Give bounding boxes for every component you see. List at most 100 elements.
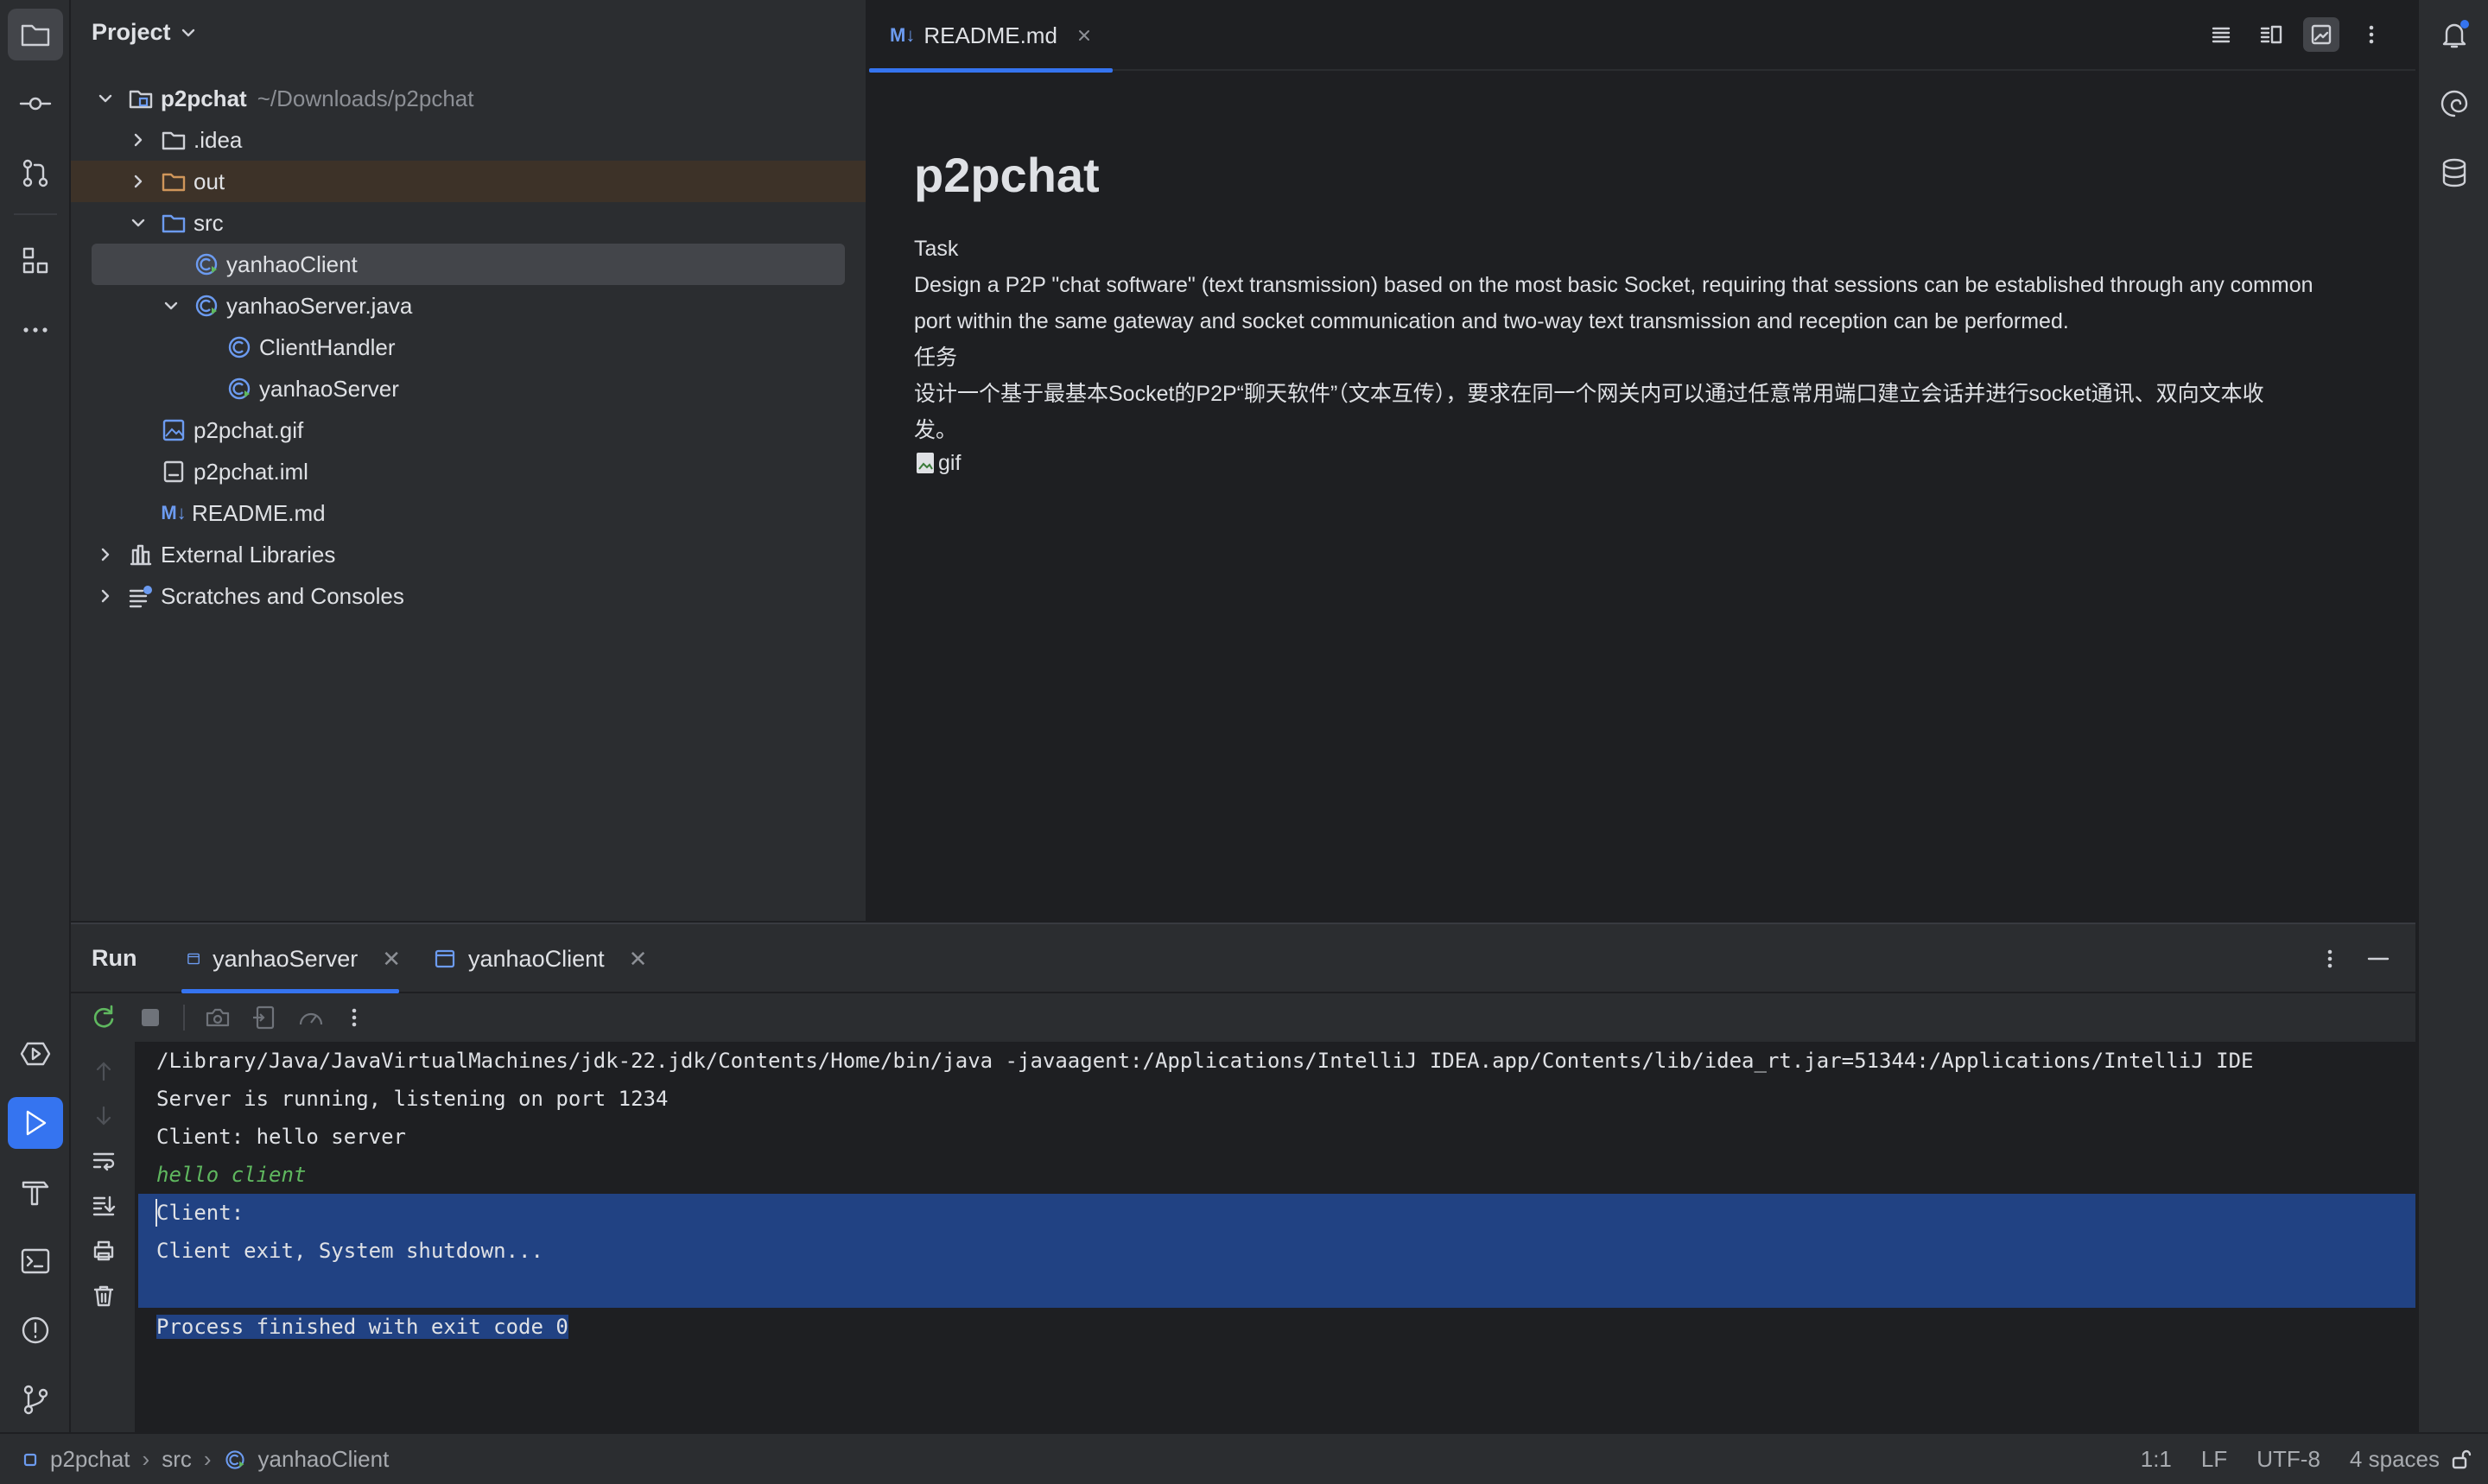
restore-layout-icon[interactable] <box>251 1004 278 1031</box>
scroll-to-end-button[interactable] <box>90 1192 117 1220</box>
tree-row-out[interactable]: out <box>71 161 866 202</box>
chevron-down-icon[interactable] <box>95 88 116 109</box>
preview-icon <box>2311 24 2332 45</box>
build-tool-button[interactable] <box>8 1166 63 1218</box>
tree-row-root[interactable]: p2pchat ~/Downloads/p2pchat <box>71 78 866 119</box>
git-tool-button[interactable] <box>8 1373 63 1425</box>
database-button[interactable] <box>2427 147 2482 199</box>
tree-label: Scratches and Consoles <box>161 582 404 609</box>
editor-more-button[interactable] <box>2353 17 2390 52</box>
readme-line: 设计一个基于最基本Socket的P2P“聊天软件”（文本互传），要求在同一个网关… <box>914 382 2264 406</box>
tree-row-src[interactable]: src <box>71 202 866 244</box>
status-bar: p2pchat › src › yanhaoClient 1:1 LF UTF-… <box>0 1432 2488 1484</box>
arrow-down-icon <box>96 1106 111 1126</box>
notifications-button[interactable] <box>2427 9 2482 60</box>
indent-setting[interactable]: 4 spaces <box>2350 1446 2440 1473</box>
chevron-right-icon[interactable] <box>128 130 149 150</box>
more-tools-button[interactable] <box>8 304 63 356</box>
services-tool-button[interactable] <box>8 1028 63 1080</box>
chevron-right-icon[interactable] <box>128 171 149 192</box>
markdown-preview: p2pchat Task Design a P2P "chat software… <box>914 147 2383 476</box>
structure-tool-button[interactable] <box>8 235 63 287</box>
chevron-down-icon[interactable] <box>128 212 149 233</box>
left-tool-strip <box>0 0 71 1432</box>
chevron-down-icon <box>181 29 194 36</box>
tab-yanhao-server[interactable]: yanhaoServer ✕ <box>181 924 401 993</box>
tree-row-yanhao-server[interactable]: yanhaoServer <box>71 368 866 409</box>
soft-wrap-button[interactable] <box>90 1147 117 1175</box>
tree-row-client-handler[interactable]: ClientHandler <box>71 327 866 368</box>
arrow-up-icon <box>96 1062 111 1081</box>
run-tool-button[interactable] <box>8 1097 63 1149</box>
folder-icon <box>161 127 187 153</box>
cursor-position[interactable]: 1:1 <box>2141 1446 2172 1473</box>
close-icon[interactable] <box>1076 28 1092 43</box>
terminal-tool-button[interactable] <box>8 1235 63 1287</box>
pull-requests-tool-button[interactable] <box>8 147 63 199</box>
breadcrumb-item[interactable]: p2pchat <box>50 1446 130 1473</box>
markdown-icon: M↓ <box>161 502 187 523</box>
clear-console-button[interactable] <box>90 1282 117 1310</box>
tree-row-yanhao-client[interactable]: yanhaoClient <box>71 244 866 285</box>
tree-row-gif[interactable]: p2pchat.gif <box>71 409 866 451</box>
active-tab-indicator <box>869 68 1113 73</box>
breadcrumb: p2pchat › src › yanhaoClient <box>22 1446 389 1473</box>
project-tool-button[interactable] <box>8 9 63 60</box>
tab-yanhao-client[interactable]: yanhaoClient ✕ <box>434 924 647 993</box>
more-horizontal-icon <box>23 327 48 333</box>
readme-line: 发。 <box>914 418 958 442</box>
editor-view-toolbar <box>2203 17 2390 52</box>
tree-label: src <box>194 209 224 236</box>
print-button[interactable] <box>90 1237 117 1265</box>
file-encoding[interactable]: UTF-8 <box>2256 1446 2320 1473</box>
console-icon <box>435 949 455 968</box>
chevron-right-icon[interactable] <box>95 586 116 606</box>
split-view-button[interactable] <box>2253 17 2289 52</box>
preview-only-button[interactable] <box>2303 17 2339 52</box>
markdown-icon: M↓ <box>890 24 916 46</box>
source-folder-icon <box>161 210 187 236</box>
project-panel-title: Project <box>92 19 171 45</box>
module-file-icon <box>161 459 187 485</box>
text-caret <box>156 1199 157 1227</box>
scroll-down-button[interactable] <box>90 1102 117 1130</box>
run-panel-title: Run <box>92 945 137 971</box>
chevron-right-icon[interactable] <box>95 544 116 565</box>
tree-row-external-libraries[interactable]: External Libraries <box>71 534 866 575</box>
status-widgets: 1:1 LF UTF-8 4 spaces <box>2141 1446 2440 1473</box>
problems-tool-button[interactable] <box>8 1304 63 1356</box>
profiler-icon[interactable] <box>297 1004 325 1031</box>
ai-assistant-button[interactable] <box>2427 78 2482 130</box>
breadcrumb-item[interactable]: src <box>162 1446 192 1473</box>
tree-row-yanhao-server-java[interactable]: yanhaoServer.java <box>71 285 866 327</box>
unlock-icon[interactable] <box>2450 1448 2472 1470</box>
tree-row-readme[interactable]: M↓ README.md <box>71 492 866 534</box>
tree-row-scratches[interactable]: Scratches and Consoles <box>71 575 866 617</box>
camera-icon[interactable] <box>204 1004 232 1031</box>
project-panel: Project p2pchat ~/Downloads/p2pchat .ide… <box>71 0 867 921</box>
tree-label: out <box>194 168 225 194</box>
commit-tool-button[interactable] <box>8 78 63 130</box>
tree-row-idea[interactable]: .idea <box>71 119 866 161</box>
line-ending[interactable]: LF <box>2201 1446 2227 1473</box>
spiral-icon <box>2440 90 2468 117</box>
close-icon[interactable]: ✕ <box>629 946 648 973</box>
rerun-icon[interactable] <box>90 1004 117 1031</box>
breadcrumb-item[interactable]: yanhaoClient <box>258 1446 390 1473</box>
minimize-icon[interactable] <box>2365 943 2391 974</box>
more-vertical-icon[interactable] <box>2319 943 2341 974</box>
chevron-down-icon[interactable] <box>161 295 181 316</box>
tree-row-iml[interactable]: p2pchat.iml <box>71 451 866 492</box>
tab-readme[interactable]: M↓ README.md <box>869 0 1113 73</box>
scroll-up-button[interactable] <box>90 1057 117 1085</box>
console-line: /Library/Java/JavaVirtualMachines/jdk-22… <box>156 1049 2254 1073</box>
tab-label: yanhaoServer <box>213 945 359 972</box>
tree-label: p2pchat.gif <box>194 416 304 443</box>
more-vertical-icon[interactable] <box>344 1004 365 1031</box>
close-icon[interactable]: ✕ <box>382 946 401 973</box>
stop-icon[interactable] <box>136 1004 164 1031</box>
console-output[interactable]: /Library/Java/JavaVirtualMachines/jdk-22… <box>138 1042 2415 1434</box>
project-panel-header[interactable]: Project <box>92 19 197 46</box>
problems-icon <box>22 1316 49 1344</box>
editor-only-button[interactable] <box>2203 17 2239 52</box>
